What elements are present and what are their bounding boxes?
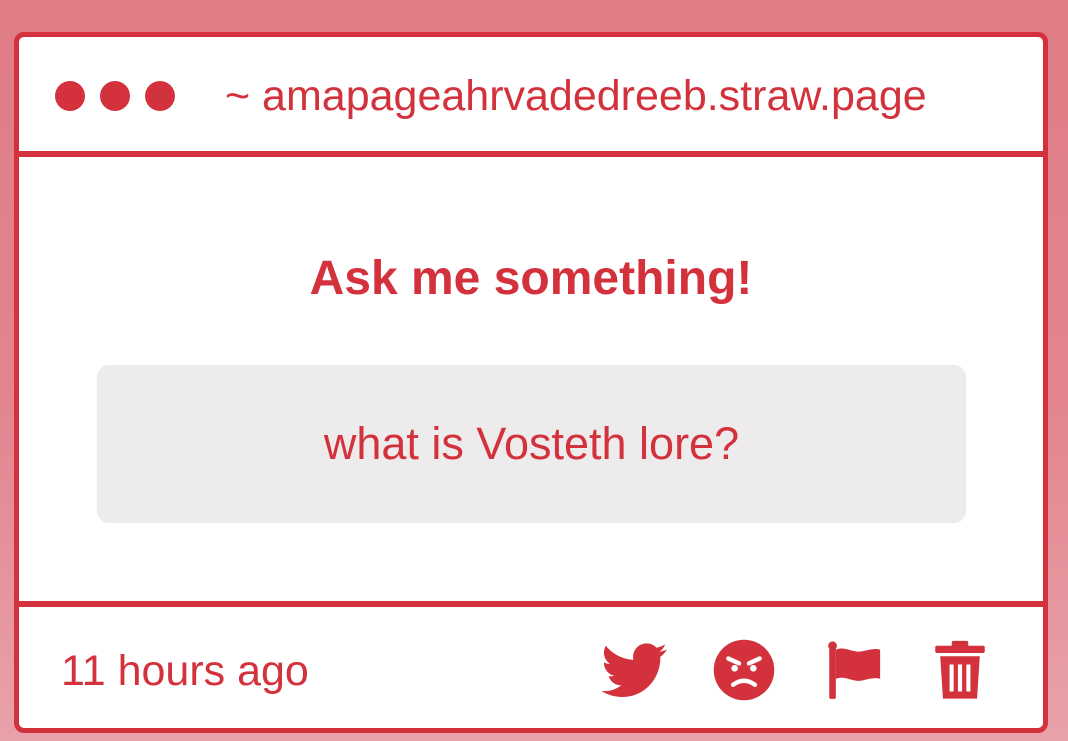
question-text: what is Vosteth lore? <box>323 418 740 469</box>
browser-window: ~ amapageahrvadedreeb.straw.page Ask me … <box>14 32 1048 733</box>
twitter-share-button[interactable] <box>602 637 668 703</box>
question-box: what is Vosteth lore? <box>97 365 966 523</box>
angry-face-icon <box>713 639 775 701</box>
ask-panel: Ask me something! what is Vosteth lore? <box>19 157 1043 601</box>
footer-bar: 11 hours ago <box>19 601 1043 728</box>
title-bar: ~ amapageahrvadedreeb.straw.page <box>19 37 1043 157</box>
dot-icon[interactable] <box>100 81 130 111</box>
dot-icon[interactable] <box>145 81 175 111</box>
trash-icon <box>935 640 985 699</box>
report-button[interactable] <box>821 637 887 703</box>
delete-button[interactable] <box>927 637 993 703</box>
twitter-icon <box>602 643 667 697</box>
dot-icon[interactable] <box>55 81 85 111</box>
timestamp: 11 hours ago <box>61 647 309 695</box>
page-url: ~ amapageahrvadedreeb.straw.page <box>225 72 927 120</box>
page-title: Ask me something! <box>309 252 753 305</box>
flag-icon <box>828 641 881 699</box>
angry-react-button[interactable] <box>711 637 777 703</box>
